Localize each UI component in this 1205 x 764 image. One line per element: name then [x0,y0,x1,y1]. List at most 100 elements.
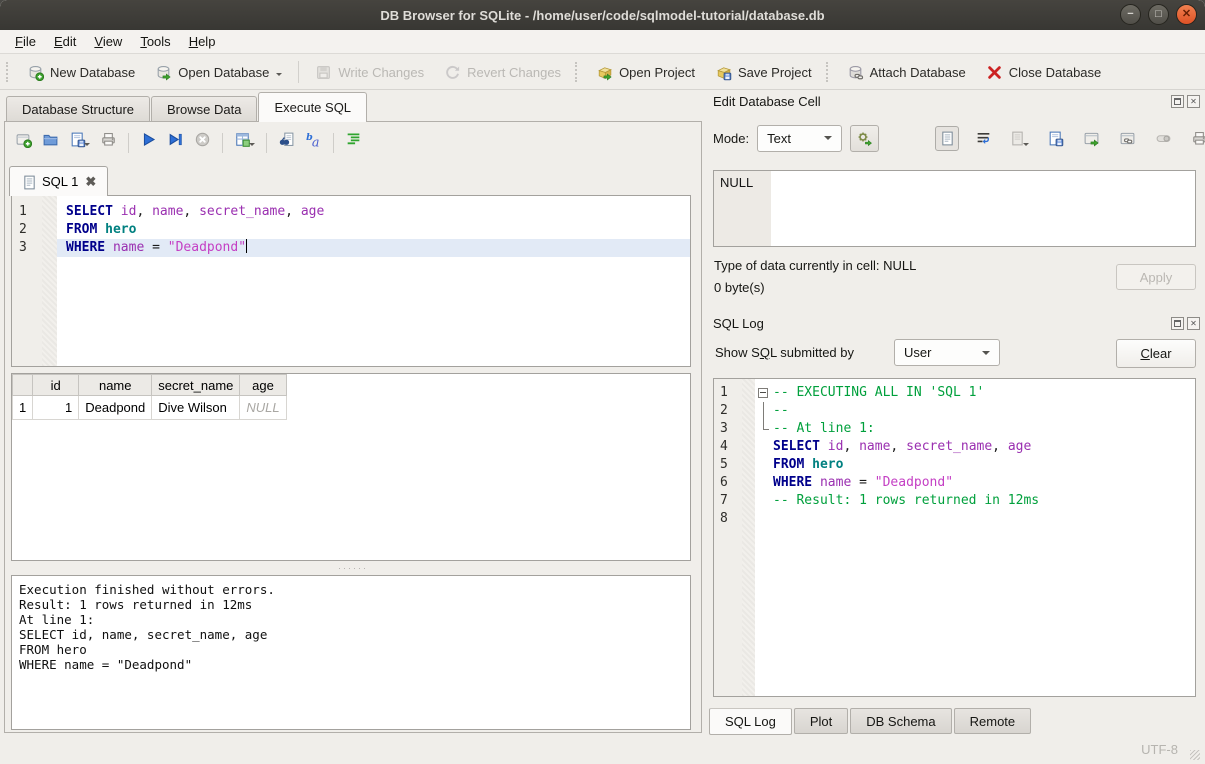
column-header-age[interactable]: age [240,375,286,396]
menu-bar: FileEditViewToolsHelp [0,30,1205,54]
close-dock-icon[interactable]: ✕ [1187,95,1200,108]
attach-database-button[interactable]: Attach Database [837,60,976,85]
import-data-button[interactable] [1007,126,1031,151]
toolbar-label: Close Database [1009,65,1102,80]
new-database-button[interactable]: New Database [17,60,145,85]
dock-area: Edit Database Cell ✕ Mode: Text NULL Typ… [707,92,1205,735]
auto-switch-mode-button[interactable] [850,125,879,152]
fold-margin [755,492,771,510]
minimize-button[interactable]: − [1120,4,1141,25]
dock-tab-plot[interactable]: Plot [794,708,848,734]
toolbar-label: Attach Database [870,65,966,80]
maximize-button[interactable]: □ [1148,4,1169,25]
open-project-button[interactable]: Open Project [586,60,705,85]
replace-text-button[interactable]: ba [305,131,322,155]
close-database-button[interactable]: Close Database [976,60,1112,85]
close-dock-icon[interactable]: ✕ [1187,317,1200,330]
stop-execution-button[interactable] [194,131,211,155]
tab-database-structure[interactable]: Database Structure [6,96,150,122]
menu-item-file[interactable]: File [6,31,45,52]
sql-editor[interactable]: 1SELECT id, name, secret_name, age2FROM … [11,195,691,367]
mode-select[interactable]: Text [757,125,842,152]
chevron-down-icon [982,351,990,359]
database-link-icon [847,64,864,81]
print-cell-button[interactable] [1187,126,1205,151]
corner-header[interactable] [13,375,33,396]
tab-execute-sql[interactable]: Execute SQL [258,92,367,122]
link-cell-button[interactable] [1115,126,1139,151]
results-grid: idnamesecret_nameage11DeadpondDive Wilso… [11,373,691,561]
fold-collapse-icon[interactable] [755,384,771,402]
database-arrow-icon [155,64,172,81]
close-x-icon [986,64,1003,81]
sql-tab-close-icon[interactable]: ✖ [85,174,96,190]
save-sql-file-button[interactable] [69,131,90,155]
open-database-button[interactable]: Open Database [145,60,292,85]
execute-current-line-button[interactable] [167,131,184,155]
title-bar[interactable]: DB Browser for SQLite - /home/user/code/… [0,0,1205,30]
toolbar-label: Save Project [738,65,812,80]
apply-button[interactable]: Apply [1116,264,1196,290]
text-mode-button[interactable] [935,126,959,151]
revert-changes-button[interactable]: Revert Changes [434,60,571,85]
cell-value-editor[interactable]: NULL [713,170,1196,247]
line-number: 5 [714,456,742,474]
line-number: 3 [12,239,42,257]
fold-margin [755,474,771,492]
toolbar-label: Revert Changes [467,65,561,80]
column-header-secret_name[interactable]: secret_name [152,375,240,396]
format-sql-button[interactable] [345,131,362,155]
cell-mode-row: Mode: Text [713,124,879,152]
sql-tab[interactable]: SQL 1 ✖ [9,166,108,196]
dock-tab-sql-log[interactable]: SQL Log [709,708,792,735]
menu-item-tools[interactable]: Tools [131,31,179,52]
app-window: DB Browser for SQLite - /home/user/code/… [0,0,1205,764]
splitter-handle[interactable]: ······ [5,563,701,573]
fold-margin [755,438,771,456]
find-button[interactable] [278,131,295,155]
folder-blue-icon [42,131,59,148]
float-dock-icon[interactable] [1171,95,1184,108]
table-cell[interactable]: NULL [240,396,286,420]
sql-log-view[interactable]: 1-- EXECUTING ALL IN 'SQL 1'2--3-- At li… [713,378,1196,697]
toolbar-separator [128,133,129,153]
table-cell[interactable]: Dive Wilson [152,396,240,420]
export-data-button[interactable] [1043,126,1067,151]
execute-all-button[interactable] [140,131,157,155]
save-project-button[interactable]: Save Project [705,60,822,85]
menu-item-view[interactable]: View [85,31,131,52]
table-cell[interactable]: 1 [33,396,79,420]
column-header-name[interactable]: name [79,375,152,396]
window-link-icon [1119,130,1136,147]
fold-margin [755,420,771,438]
tab-browse-data[interactable]: Browse Data [151,96,257,122]
dock-tab-db-schema[interactable]: DB Schema [850,708,951,734]
open-in-external-button[interactable] [1079,126,1103,151]
log-filter-select[interactable]: User [894,339,1000,366]
set-null-button[interactable] [1151,126,1175,151]
row-number[interactable]: 1 [13,396,33,420]
menu-item-help[interactable]: Help [180,31,225,52]
menu-item-edit[interactable]: Edit [45,31,85,52]
close-button[interactable]: ✕ [1176,4,1197,25]
svg-text:a: a [312,135,320,148]
column-header-id[interactable]: id [33,375,79,396]
dock-tab-bar: SQL LogPlotDB SchemaRemote [709,708,1031,735]
export-results-button[interactable] [234,131,255,155]
float-dock-icon[interactable] [1171,317,1184,330]
cell-value: NULL [720,175,753,190]
open-sql-file-button[interactable] [42,131,59,155]
cube-save-icon [715,64,732,81]
word-wrap-button[interactable] [971,126,995,151]
floppy-lock-icon [315,64,332,81]
main-tab-bar: Database StructureBrowse DataExecute SQL [4,92,703,122]
resize-grip[interactable] [1190,750,1200,760]
clear-log-button[interactable]: Clear [1116,339,1196,368]
table-cell[interactable]: Deadpond [79,396,152,420]
toolbar-grip [6,62,11,82]
dock-tab-remote[interactable]: Remote [954,708,1032,734]
toolbar-label: Open Project [619,65,695,80]
print-button[interactable] [100,131,117,155]
write-changes-button[interactable]: Write Changes [305,60,434,85]
new-sql-tab-button[interactable] [15,131,32,155]
